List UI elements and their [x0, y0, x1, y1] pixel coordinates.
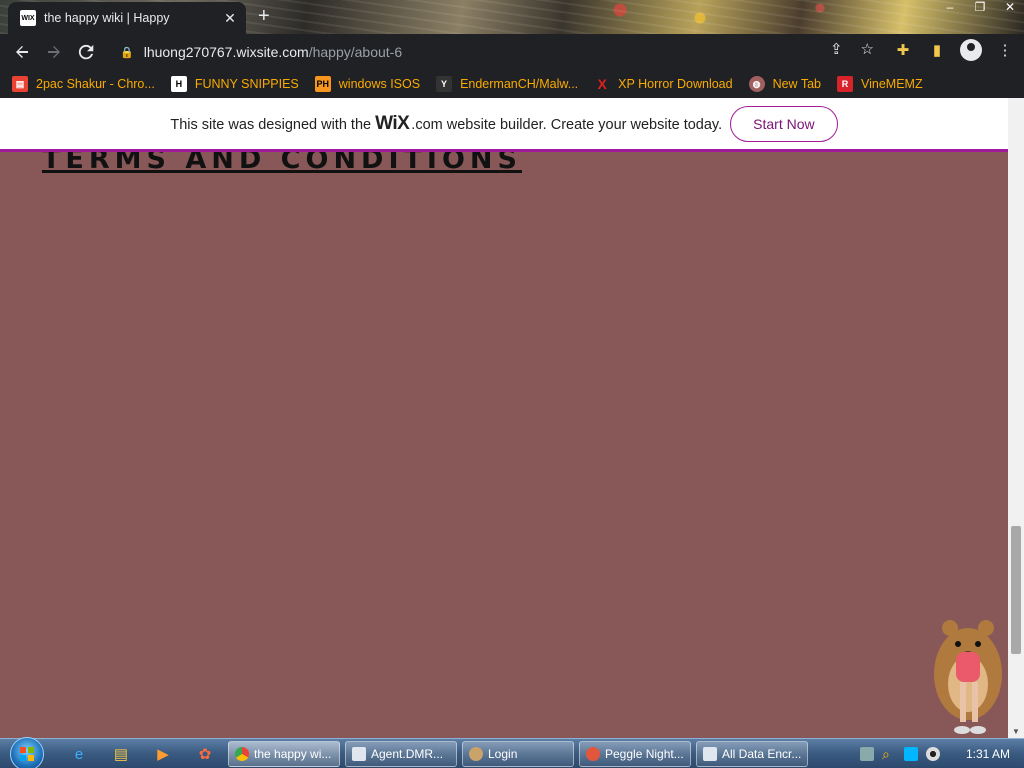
wix-favicon-icon: WIX — [20, 10, 36, 26]
share-icon[interactable]: ⇪ — [830, 40, 843, 58]
bookmark-label: XP Horror Download — [618, 77, 733, 91]
bookmark-star-icon[interactable]: ☆ — [861, 40, 874, 58]
wix-logo[interactable]: WiX — [375, 113, 410, 135]
bookmark-label: New Tab — [772, 77, 821, 91]
windows-taskbar: e ▤ ▶ ✿ the happy wi... Agent.DMR... Log… — [0, 737, 1024, 768]
media-player-icon[interactable]: ▶ — [152, 743, 174, 765]
minimize-icon[interactable]: – — [942, 0, 958, 14]
bookmark-item[interactable]: X XP Horror Download — [594, 76, 733, 92]
taskbar-item-label: the happy wi... — [254, 747, 332, 761]
browser-toolbar: 🔒 lhuong270767.wixsite.com /happy/about-… — [0, 34, 1024, 70]
forward-button[interactable] — [38, 36, 70, 68]
globe-icon: ◍ — [748, 76, 765, 92]
system-tray: ⌕ 1:31 AM — [859, 739, 1024, 768]
bookmark-item[interactable]: PH windows ISOS — [314, 76, 421, 92]
bookmark-item[interactable]: ◍ New Tab — [748, 76, 821, 92]
hamster-desktop-pet-icon[interactable] — [920, 612, 1010, 740]
lock-icon[interactable]: 🔒 — [120, 46, 134, 59]
app-launcher-icon[interactable]: ✿ — [194, 743, 216, 765]
page-scrollbar[interactable]: ▼ — [1008, 98, 1024, 738]
url-path: /happy/about-6 — [308, 44, 403, 60]
bookmarks-bar: ▤ 2pac Shakur - Chro... H FUNNY SNIPPIES… — [0, 70, 1024, 98]
bookmark-item[interactable]: H FUNNY SNIPPIES — [170, 76, 299, 92]
maximize-icon[interactable]: ❐ — [972, 0, 988, 14]
network-icon[interactable] — [859, 747, 874, 761]
window-icon — [352, 747, 366, 761]
toolbar-right: ✚ ▮ ⋮ — [892, 39, 1016, 61]
url-host: lhuong270767.wixsite.com — [143, 44, 309, 60]
menu-kebab-icon[interactable]: ⋮ — [994, 41, 1016, 59]
taskbar-item-label: Agent.DMR... — [371, 747, 444, 761]
wix-ad-banner: This site was designed with the WiX .com… — [0, 98, 1008, 152]
wix-banner-text: This site was designed with the WiX .com… — [170, 113, 722, 135]
h-letter-icon: H — [170, 76, 187, 92]
taskbar-item-chrome[interactable]: the happy wi... — [228, 741, 340, 767]
reload-icon — [78, 44, 94, 60]
x-icon: X — [597, 76, 607, 92]
window-controls: – ❐ ✕ — [942, 0, 1018, 14]
taskbar-item-login[interactable]: Login — [462, 741, 574, 767]
chrome-store-icon: ▤ — [12, 76, 28, 92]
tab-title: the happy wiki | Happy — [44, 11, 170, 25]
tab-close-icon[interactable]: ✕ — [222, 10, 238, 27]
side-panel-icon[interactable]: ▮ — [926, 41, 948, 59]
wix-banner-suffix: .com website builder. Create your websit… — [411, 116, 723, 133]
bookmark-label: 2pac Shakur - Chro... — [36, 77, 155, 91]
bookmark-item[interactable]: R VineMEMZ — [837, 76, 923, 92]
title-bar: WIX the happy wiki | Happy ✕ + – ❐ ✕ — [0, 0, 1024, 34]
ph-icon: PH — [314, 76, 331, 92]
chrome-icon — [235, 747, 249, 761]
taskbar-item-label: Login — [488, 747, 518, 761]
scrollbar-thumb[interactable] — [1011, 526, 1021, 654]
yp-icon: Y — [436, 76, 453, 92]
address-bar-actions: ⇪ ☆ — [830, 40, 874, 58]
close-window-icon[interactable]: ✕ — [1002, 0, 1018, 14]
reload-button[interactable] — [70, 36, 102, 68]
taskbar-item-label: All Data Encr... — [722, 747, 802, 761]
bookmark-item[interactable]: ▤ 2pac Shakur - Chro... — [12, 76, 155, 92]
start-button[interactable] — [10, 737, 44, 768]
page-viewport: TERMS AND CONDITIONS This site was desig… — [0, 98, 1008, 738]
bookmark-label: FUNNY SNIPPIES — [194, 77, 299, 91]
taskbar-clock[interactable]: 1:31 AM — [966, 747, 1010, 761]
arrow-right-icon — [48, 46, 60, 58]
taskbar-item-all-data[interactable]: All Data Encr... — [696, 741, 808, 767]
bookmark-label: windows ISOS — [338, 77, 421, 91]
taskbar-item-label: Peggle Night... — [605, 747, 684, 761]
internet-explorer-icon[interactable]: e — [68, 743, 90, 765]
wix-banner-prefix: This site was designed with the — [170, 116, 372, 133]
display-icon[interactable] — [903, 747, 918, 761]
window-icon — [703, 747, 717, 761]
back-button[interactable] — [6, 36, 38, 68]
taskbar-item-agent[interactable]: Agent.DMR... — [345, 741, 457, 767]
folder-icon[interactable]: ▤ — [110, 743, 132, 765]
profile-avatar-icon[interactable] — [960, 39, 982, 61]
address-bar[interactable]: 🔒 lhuong270767.wixsite.com /happy/about-… — [106, 37, 886, 67]
bookmark-item[interactable]: Y EndermanCH/Malw... — [436, 76, 578, 92]
r-icon: R — [837, 76, 853, 92]
start-now-button[interactable]: Start Now — [730, 105, 838, 142]
bookmark-label: EndermanCH/Malw... — [460, 77, 579, 91]
new-tab-button[interactable]: + — [258, 6, 270, 26]
speaker-icon[interactable] — [925, 747, 940, 761]
scroll-down-arrow-icon[interactable]: ▼ — [1012, 727, 1020, 736]
browser-tab-active[interactable]: WIX the happy wiki | Happy ✕ — [8, 2, 246, 34]
search-icon[interactable]: ⌕ — [882, 747, 896, 761]
bookmark-label: VineMEMZ — [861, 77, 923, 91]
taskbar-item-peggle[interactable]: Peggle Night... — [579, 741, 691, 767]
arrow-left-icon — [16, 46, 28, 58]
extensions-puzzle-icon[interactable]: ✚ — [892, 41, 914, 59]
login-app-icon — [469, 747, 483, 761]
peggle-icon — [586, 747, 600, 761]
